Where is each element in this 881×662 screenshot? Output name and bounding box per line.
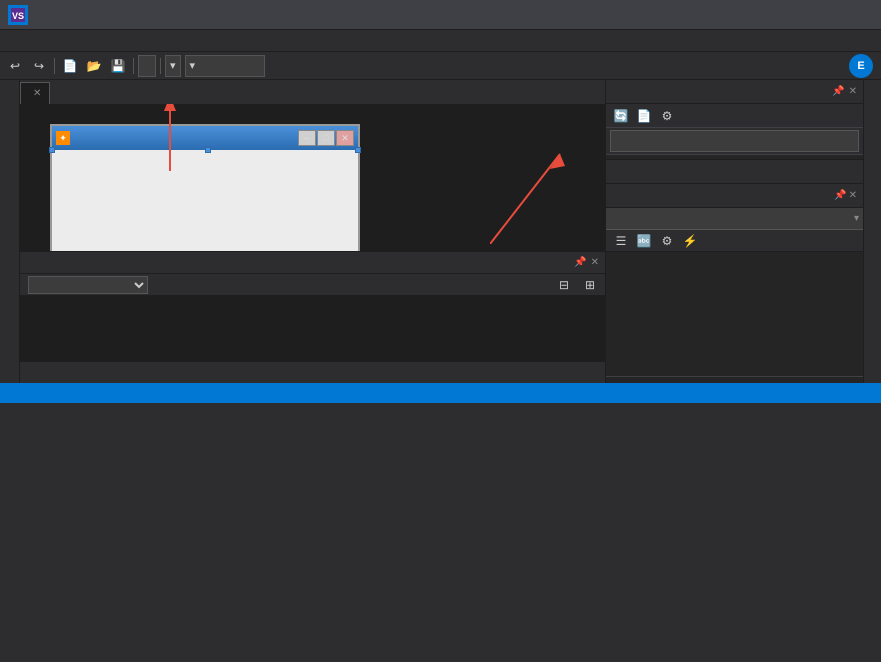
form-icon: ✦ <box>56 131 70 145</box>
form-buttons: ─ □ ✕ <box>298 130 354 146</box>
se-header: 📌 ✕ <box>606 80 863 104</box>
prop-properties-btn[interactable]: ⚙ <box>656 230 678 252</box>
output-clear-button[interactable]: ⊟ <box>553 274 575 296</box>
form-close-btn[interactable]: ✕ <box>336 130 354 146</box>
svg-text:VS: VS <box>12 11 24 21</box>
toolbox-tab[interactable] <box>0 80 19 96</box>
document-tabs: ✕ <box>20 80 605 104</box>
se-toolbar: 🔄 📄 ⚙ <box>606 104 863 128</box>
redo-button[interactable]: ↪ <box>28 55 50 77</box>
left-sidebar <box>0 80 20 383</box>
prop-description <box>606 376 863 383</box>
status-bar <box>0 383 881 403</box>
platform-dropdown[interactable]: ▾ <box>185 55 265 77</box>
toolbar: ↩ ↪ 📄 📂 💾 ▾ ▾ Е <box>0 52 881 80</box>
form-window[interactable]: ✦ ─ □ ✕ <box>50 124 360 251</box>
main-content: ✕ ✦ ─ □ ✕ <box>0 80 881 383</box>
menu-bar <box>0 30 881 52</box>
solution-explorer: 📌 ✕ 🔄 📄 ⚙ <box>606 80 863 183</box>
form-container: ✦ ─ □ ✕ <box>50 124 360 251</box>
prop-object-arrow[interactable]: ▾ <box>854 213 859 224</box>
bottom-area: 📌 ✕ ⊟ ⊞ <box>20 251 605 361</box>
prop-toolbar: ☰ 🔤 ⚙ ⚡ <box>606 230 863 252</box>
prop-header: 📌 ✕ <box>606 184 863 208</box>
form-minimize-btn[interactable]: ─ <box>298 130 316 146</box>
design-area: ✦ ─ □ ✕ <box>20 104 605 251</box>
prop-grid <box>606 252 863 376</box>
form-maximize-btn[interactable]: □ <box>317 130 335 146</box>
output-word-wrap-button[interactable]: ⊞ <box>579 274 601 296</box>
start-button[interactable] <box>138 55 156 77</box>
new-project-button[interactable]: 📄 <box>59 55 81 77</box>
open-button[interactable]: 📂 <box>83 55 105 77</box>
output-source-select[interactable] <box>28 276 148 294</box>
prop-object: ▾ <box>606 208 863 230</box>
prop-close-icon[interactable]: ✕ <box>849 190 857 201</box>
maximize-button[interactable] <box>819 5 845 25</box>
se-header-icons: 📌 ✕ <box>830 86 857 97</box>
title-controls <box>791 5 873 25</box>
se-new-file-button[interactable]: 📄 <box>633 105 655 127</box>
output-close[interactable]: ✕ <box>591 257 599 268</box>
notifications-tab[interactable] <box>870 80 876 96</box>
se-sync-button[interactable]: 🔄 <box>610 105 632 127</box>
handle-tr[interactable] <box>355 147 361 153</box>
output-header: 📌 ✕ <box>20 252 605 274</box>
toolbar-separator <box>54 58 55 74</box>
handle-tl[interactable] <box>49 147 55 153</box>
se-pin-icon[interactable]: 📌 <box>832 86 844 97</box>
title-bar: VS <box>0 0 881 30</box>
toolbar-separator-3 <box>160 58 161 74</box>
se-search-input[interactable] <box>610 130 859 152</box>
se-properties-button[interactable]: ⚙ <box>656 105 678 127</box>
user-avatar[interactable]: Е <box>849 54 873 78</box>
vs-icon: VS <box>8 5 28 25</box>
center-panel: ✕ ✦ ─ □ ✕ <box>20 80 605 383</box>
toolbar-separator-2 <box>133 58 134 74</box>
handle-tm[interactable] <box>205 147 211 153</box>
prop-alphabetical-btn[interactable]: 🔤 <box>633 230 655 252</box>
design-tab-close[interactable]: ✕ <box>33 88 41 99</box>
prop-categorized-btn[interactable]: ☰ <box>610 230 632 252</box>
debug-mode-dropdown[interactable]: ▾ <box>165 55 181 77</box>
output-toolbar: ⊟ ⊞ <box>20 274 605 296</box>
prop-pin-icon[interactable]: 📌 <box>834 190 846 201</box>
minimize-button[interactable] <box>791 5 817 25</box>
design-tab[interactable]: ✕ <box>20 82 50 104</box>
prop-events-btn[interactable]: ⚡ <box>679 230 701 252</box>
undo-button[interactable]: ↩ <box>4 55 26 77</box>
data-sources-tab[interactable] <box>0 96 19 112</box>
se-close-icon[interactable]: ✕ <box>849 86 857 97</box>
output-content <box>20 296 605 361</box>
notifications-sidebar <box>863 80 881 383</box>
close-button[interactable] <box>847 5 873 25</box>
save-button[interactable]: 💾 <box>107 55 129 77</box>
output-pin[interactable]: 📌 <box>574 257 586 268</box>
bottom-tabs <box>20 361 605 383</box>
form-body <box>52 150 358 251</box>
se-search-container <box>606 128 863 155</box>
se-bottom-tabs <box>606 159 863 183</box>
properties-panel: 📌 ✕ ▾ ☰ 🔤 ⚙ ⚡ <box>606 183 863 383</box>
right-panel: 📌 ✕ 🔄 📄 ⚙ 📌 ✕ <box>605 80 863 383</box>
